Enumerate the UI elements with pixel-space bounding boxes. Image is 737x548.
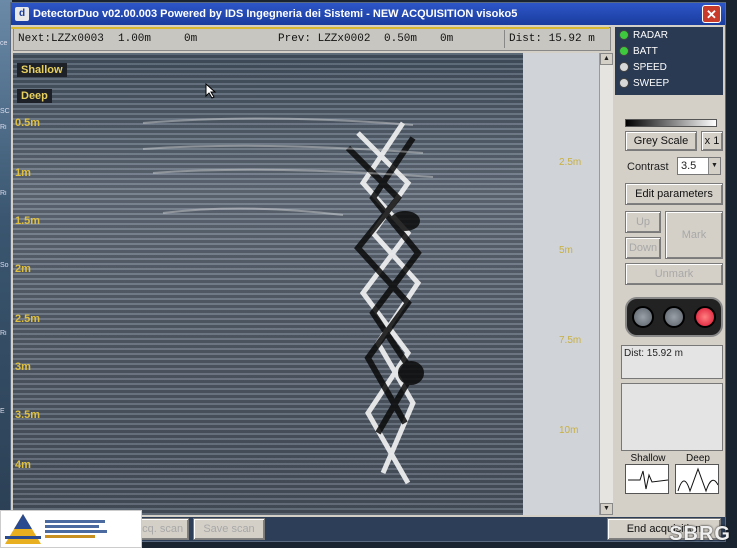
pyramid-logo-icon: [5, 514, 41, 544]
speed-indicator: SPEED: [615, 59, 723, 75]
indicator-panel: RADAR BATT SPEED SWEEP: [615, 27, 723, 95]
title-bar: d DetectorDuo v02.00.003 Powered by IDS …: [11, 3, 725, 25]
organization-logo: [0, 510, 142, 548]
distance-readout: Dist: 15.92 m: [504, 30, 610, 48]
depth-tick: 2.5m: [15, 313, 41, 325]
scroll-up-icon[interactable]: ▲: [600, 53, 613, 65]
edit-parameters-button[interactable]: Edit parameters: [625, 183, 723, 205]
sweep-indicator: SWEEP: [615, 75, 723, 91]
app-window: d DetectorDuo v02.00.003 Powered by IDS …: [10, 2, 726, 542]
unmark-button[interactable]: Unmark: [625, 263, 723, 285]
next-scan-depth: 1.00m: [118, 33, 152, 45]
depth-tick: 0.5m: [15, 117, 41, 129]
deep-waveform-label: Deep: [686, 453, 710, 464]
light-icon: [694, 306, 717, 328]
distance-info-box: Dist: 15.92 m: [621, 345, 723, 379]
radargram-reflections: [142, 117, 434, 485]
mouse-cursor-icon: [205, 83, 217, 99]
chevron-down-icon: ▼: [708, 158, 720, 174]
depth-tick: 3m: [15, 361, 31, 373]
waveform-plot: [675, 464, 719, 494]
status-bar: Next:LZZx0003 1.00m 0m Prev: LZZx0002 0.…: [13, 27, 611, 51]
contrast-label: Contrast: [627, 161, 669, 173]
down-button[interactable]: Down: [625, 237, 661, 259]
prev-scan-label: Prev: LZZx0002: [278, 33, 371, 45]
led-icon: [619, 78, 629, 88]
shallow-label: Shallow: [17, 63, 67, 77]
depth-tick: 3.5m: [15, 409, 41, 421]
contrast-value: 3.5: [681, 160, 697, 172]
grey-scale-button[interactable]: Grey Scale: [625, 131, 697, 151]
led-icon: [619, 62, 629, 72]
grey-scale-bar: [625, 119, 717, 127]
distance-tick: 7.5m: [559, 335, 582, 346]
control-panel: RADAR BATT SPEED SWEEP Grey Scale x 1 Co…: [615, 27, 723, 515]
sbrg-watermark: SBRG: [669, 523, 731, 545]
distance-tick: 5m: [559, 245, 573, 256]
up-button[interactable]: Up: [625, 211, 661, 233]
batt-indicator: BATT: [615, 43, 723, 59]
led-icon: [619, 30, 629, 40]
deep-waveform: Deep: [675, 453, 721, 497]
save-scan-button[interactable]: Save scan: [193, 518, 265, 540]
waveform-plot: [625, 464, 669, 494]
distance-tick: 2.5m: [559, 157, 582, 168]
contrast-select[interactable]: 3.5 ▼: [677, 157, 721, 175]
next-scan-position: 0m: [184, 33, 198, 45]
radar-indicator: RADAR: [615, 27, 723, 43]
zoom-x1-button[interactable]: x 1: [701, 131, 723, 151]
radargram-view[interactable]: Shallow Deep 0.5m 1m 1.5m 2m 2.5m 3m 3.5…: [13, 53, 523, 515]
distance-tick: 10m: [559, 425, 579, 436]
depth-tick: 4m: [15, 459, 31, 471]
distance-column: 2.5m 5m 7.5m 10m: [523, 53, 599, 515]
depth-tick: 1m: [15, 167, 31, 179]
led-icon: [619, 46, 629, 56]
distance-info-text: Dist: 15.92 m: [624, 348, 683, 359]
prev-scan-position: 0m: [440, 33, 454, 45]
prev-scan-depth: 0.50m: [384, 33, 418, 45]
logo-fine-print: [43, 518, 107, 540]
next-scan-label: Next:LZZx0003: [18, 33, 104, 45]
deep-label: Deep: [17, 89, 52, 103]
light-icon: [662, 306, 685, 328]
light-icon: [631, 306, 654, 328]
shallow-threshold-line: [11, 27, 609, 29]
mark-button[interactable]: Mark: [665, 211, 723, 259]
status-lights: [625, 297, 723, 337]
depth-tick: 1.5m: [15, 215, 41, 227]
app-icon: d: [15, 7, 29, 21]
message-box: [621, 383, 723, 451]
window-title: DetectorDuo v02.00.003 Powered by IDS In…: [33, 8, 518, 20]
depth-tick: 2m: [15, 263, 31, 275]
shallow-waveform-label: Shallow: [630, 453, 666, 464]
vertical-scrollbar[interactable]: ▲ ▼: [599, 53, 613, 515]
shallow-waveform: Shallow: [625, 453, 671, 497]
scroll-down-icon[interactable]: ▼: [600, 503, 613, 515]
close-button[interactable]: ✕: [702, 5, 721, 23]
